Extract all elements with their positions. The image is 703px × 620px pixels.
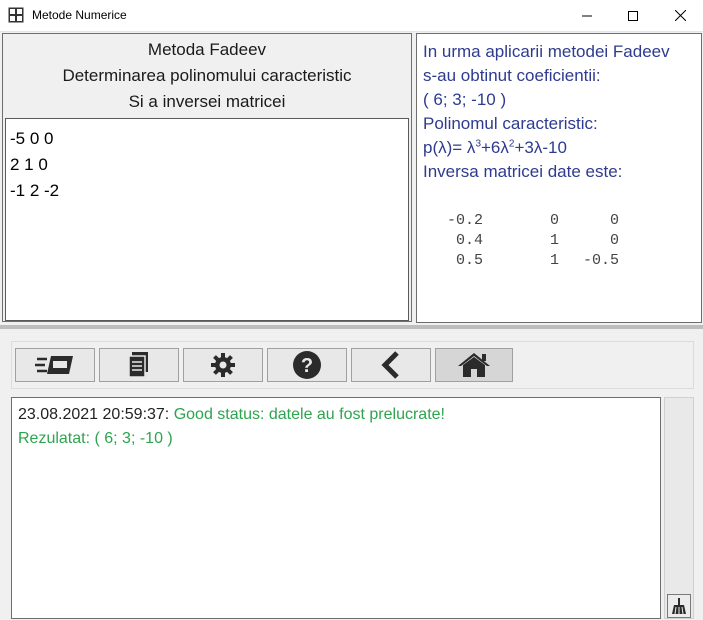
maximize-icon xyxy=(628,10,638,21)
minimize-button[interactable] xyxy=(564,0,610,31)
log-status: Good status: datele au fost prelucrate! xyxy=(173,406,445,423)
close-button[interactable] xyxy=(657,0,703,31)
matrix-row: -5 0 0 xyxy=(10,129,54,148)
coefficients: ( 6; 3; -10 ) xyxy=(423,90,507,109)
matrix-row: -1 2 -2 xyxy=(10,181,60,200)
result-intro-2: s-au obtinut coeficientii: xyxy=(423,66,601,85)
input-form-icon xyxy=(35,356,73,374)
home-icon xyxy=(458,353,490,377)
toolbar: ? xyxy=(11,341,694,389)
clear-log-button[interactable] xyxy=(667,594,691,618)
back-chevron-icon xyxy=(381,351,399,379)
inverse-cell: 1 xyxy=(549,232,559,249)
title-bar: Metode Numerice xyxy=(0,0,703,32)
settings-button[interactable] xyxy=(183,348,263,382)
input-panel: Metoda Fadeev Determinarea polinomului c… xyxy=(2,33,412,322)
log-side-strip xyxy=(664,397,694,619)
log-entry: 23.08.2021 20:59:37: Good status: datele… xyxy=(18,406,445,424)
log-timestamp: 23.08.2021 20:59:37: xyxy=(18,406,174,423)
method-title: Metoda Fadeev xyxy=(147,40,267,59)
inverse-cell: 0.5 xyxy=(455,252,483,269)
inverse-cell: 0 xyxy=(609,232,619,249)
minimize-icon xyxy=(582,15,592,16)
polynomial-label: Polinomul caracteristic: xyxy=(423,114,598,133)
log-result: Rezulatat: ( 6; 3; -10 ) xyxy=(18,430,173,447)
inverse-cell: 0.4 xyxy=(455,232,483,249)
close-icon xyxy=(674,10,686,21)
maximize-button[interactable] xyxy=(610,0,656,31)
method-subtitle: Determinarea polinomului caracteristic xyxy=(62,66,352,85)
svg-text:?: ? xyxy=(301,355,313,377)
inverse-cell: 1 xyxy=(549,252,559,269)
result-intro: In urma aplicarii metodei Fadeev xyxy=(423,42,670,61)
input-form-button[interactable] xyxy=(15,348,95,382)
gear-icon xyxy=(211,353,235,377)
calculator-app-icon xyxy=(8,7,24,23)
broom-icon xyxy=(672,598,686,615)
matrix-input[interactable]: -5 0 0 2 1 0 -1 2 -2 xyxy=(5,118,409,321)
splitter[interactable] xyxy=(0,325,703,329)
inverse-cell: 0 xyxy=(549,212,559,229)
log-output[interactable]: 23.08.2021 20:59:37: Good status: datele… xyxy=(11,397,661,619)
help-button[interactable]: ? xyxy=(267,348,347,382)
results-panel: In urma aplicarii metodei Fadeev s-au ob… xyxy=(416,33,702,323)
document-button[interactable] xyxy=(99,348,179,382)
inverse-cell: -0.2 xyxy=(446,212,483,229)
inverse-cell: -0.5 xyxy=(582,252,619,269)
window-title: Metode Numerice xyxy=(32,8,127,22)
matrix-row: 2 1 0 xyxy=(10,155,48,174)
inverse-label: Inversa matricei date este: xyxy=(423,162,623,181)
back-button[interactable] xyxy=(351,348,431,382)
document-icon xyxy=(128,352,148,378)
help-icon: ? xyxy=(293,351,321,379)
inverse-cell: 0 xyxy=(609,212,619,229)
characteristic-polynomial: p(λ)= λ3+6λ2+3λ-10 xyxy=(423,138,567,157)
method-subtitle-2: Si a inversei matricei xyxy=(128,92,286,111)
home-button[interactable] xyxy=(435,348,513,382)
